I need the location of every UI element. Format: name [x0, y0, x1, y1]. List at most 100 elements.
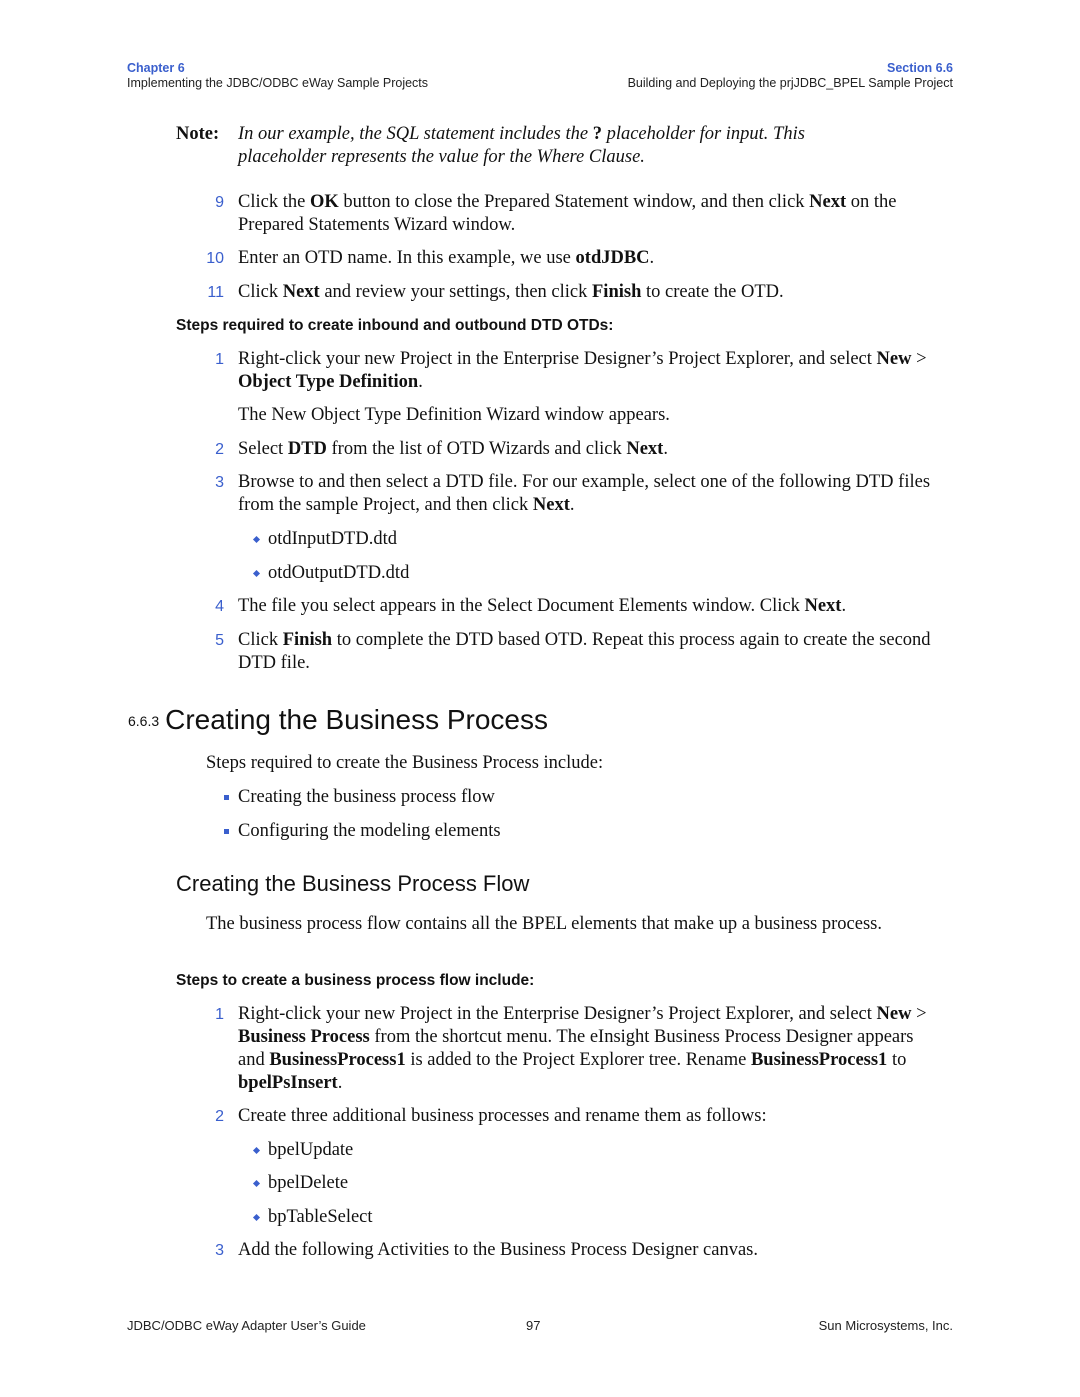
section-number: 6.6.3: [128, 713, 160, 729]
text-part: from the list of OTD Wizards and click: [326, 439, 627, 459]
dtd-file-name: otdInputDTD.dtd: [268, 529, 397, 549]
text-part: Right-click your new Project in the Ente…: [238, 349, 877, 369]
ui-term: BusinessProcess1: [750, 1050, 888, 1070]
footer-guide-title: JDBC/ODBC eWay Adapter User’s Guide: [127, 1318, 366, 1333]
ui-term: OK: [309, 192, 339, 212]
step-number: 2: [215, 441, 224, 458]
section-intro: Steps required to create the Business Pr…: [206, 753, 604, 773]
section-item-text: Configuring the modeling elements: [238, 821, 501, 841]
step-text: Click Finish to complete the DTD based O…: [238, 629, 943, 675]
ui-term: Next: [282, 282, 320, 302]
chapter-title: Implementing the JDBC/ODBC eWay Sample P…: [127, 76, 429, 90]
step-text: Create three additional business process…: [238, 1106, 767, 1126]
step-text: Right-click your new Project in the Ente…: [238, 348, 943, 394]
step-number: 3: [215, 474, 224, 491]
step-number: 9: [215, 194, 224, 211]
text-part: .: [649, 248, 655, 268]
section-title: Building and Deploying the prjJDBC_BPEL …: [627, 76, 953, 90]
step-text: Browse to and then select a DTD file. Fo…: [238, 471, 943, 517]
step-text: Enter an OTD name. In this example, we u…: [238, 247, 943, 270]
text-part: to create the OTD.: [641, 282, 784, 302]
text-part: .: [663, 439, 668, 459]
process-name: bpelDelete: [268, 1173, 349, 1193]
process-name: bpelUpdate: [268, 1140, 354, 1160]
footer-company: Sun Microsystems, Inc.: [818, 1318, 953, 1333]
diamond-bullet-icon: [252, 569, 261, 578]
ui-term: bpelPsInsert: [238, 1073, 338, 1093]
text-part: .: [841, 596, 847, 616]
ui-term: Next: [804, 596, 842, 616]
section-title: Creating the Business Process: [165, 704, 548, 735]
note-text: In our example, the SQL statement includ…: [238, 123, 878, 169]
step-text: The file you select appears in the Selec…: [238, 595, 943, 618]
text-part: Click the: [238, 192, 310, 212]
flow-intro: The business process flow contains all t…: [206, 914, 882, 934]
text-part: to: [887, 1050, 907, 1070]
square-bullet-icon: [224, 829, 229, 834]
step-number: 3: [215, 1242, 224, 1259]
step-number: 1: [215, 1006, 224, 1023]
running-header-right: Section 6.6 Building and Deploying the p…: [628, 61, 953, 91]
dtd-steps-heading: Steps required to create inbound and out…: [176, 317, 614, 334]
ui-term: DTD: [287, 439, 327, 459]
text-part: Enter an OTD name. In this example, we u…: [238, 248, 576, 268]
text-part: Select: [238, 439, 288, 459]
step-number: 10: [206, 250, 224, 267]
diamond-bullet-icon: [252, 1179, 261, 1188]
text-part: Click: [238, 630, 283, 650]
flow-steps-heading: Steps to create a business process flow …: [176, 972, 535, 989]
step-number: 4: [215, 598, 224, 615]
ui-term: Finish: [592, 282, 642, 302]
note: Note: In our example, the SQL statement …: [176, 123, 956, 167]
note-text-part: placeholder represents the value for the…: [238, 147, 645, 167]
dtd-file-name: otdOutputDTD.dtd: [268, 563, 410, 583]
subsection-heading: Creating the Business Process Flow: [176, 871, 530, 896]
ui-term: New: [876, 1004, 912, 1024]
text-part: Browse to and then select a DTD file. Fo…: [238, 472, 931, 515]
section-item-text: Creating the business process flow: [238, 787, 495, 807]
square-bullet-icon: [224, 795, 229, 800]
step-number: 11: [207, 284, 224, 301]
text-part: .: [418, 372, 423, 392]
dtd-step-1-result: The New Object Type Definition Wizard wi…: [238, 405, 670, 425]
note-text-bold: ?: [592, 124, 602, 144]
text-part: to complete the DTD based OTD. Repeat th…: [238, 630, 931, 673]
ui-term: Business Process: [238, 1027, 370, 1047]
step-number: 2: [215, 1108, 224, 1125]
process-name: bpTableSelect: [268, 1207, 373, 1227]
chapter-label: Chapter 6: [127, 61, 185, 75]
note-label: Note:: [176, 124, 220, 144]
running-header-left: Chapter 6 Implementing the JDBC/ODBC eWa…: [127, 61, 428, 91]
page-number: 97: [526, 1318, 541, 1333]
ui-term: New: [876, 349, 912, 369]
step-text: Add the following Activities to the Busi…: [238, 1240, 758, 1260]
step-number: 1: [215, 351, 224, 368]
step-text: Right-click your new Project in the Ente…: [238, 1003, 943, 1095]
text-part: Click: [238, 282, 283, 302]
ui-term: Next: [532, 495, 570, 515]
ui-term: BusinessProcess1: [269, 1050, 406, 1070]
ui-term: Next: [626, 439, 664, 459]
section-label: Section 6.6: [887, 61, 953, 75]
diamond-bullet-icon: [252, 1146, 261, 1155]
section-heading: 6.6.3 Creating the Business Process: [128, 704, 548, 736]
text-part: .: [337, 1073, 343, 1093]
ui-term: Object Type Definition: [238, 372, 419, 392]
step-text: Click the OK button to close the Prepare…: [238, 191, 943, 237]
ui-term: otdJDBC: [575, 248, 650, 268]
text-part: is added to the Project Explorer tree. R…: [405, 1050, 751, 1070]
step-text: Click Next and review your settings, the…: [238, 281, 943, 304]
text-part: and review your settings, then click: [319, 282, 592, 302]
text-part: button to close the Prepared Statement w…: [338, 192, 810, 212]
diamond-bullet-icon: [252, 1213, 261, 1222]
text-part: >: [911, 1004, 927, 1024]
text-part: Right-click your new Project in the Ente…: [238, 1004, 877, 1024]
note-text-part: placeholder for input. This: [601, 124, 805, 144]
step-text: Select DTD from the list of OTD Wizards …: [238, 438, 943, 461]
note-text-part: In our example, the SQL statement includ…: [238, 124, 593, 144]
step-number: 5: [215, 632, 224, 649]
text-part: >: [911, 349, 927, 369]
ui-term: Next: [809, 192, 847, 212]
diamond-bullet-icon: [252, 535, 261, 544]
text-part: The file you select appears in the Selec…: [238, 596, 805, 616]
